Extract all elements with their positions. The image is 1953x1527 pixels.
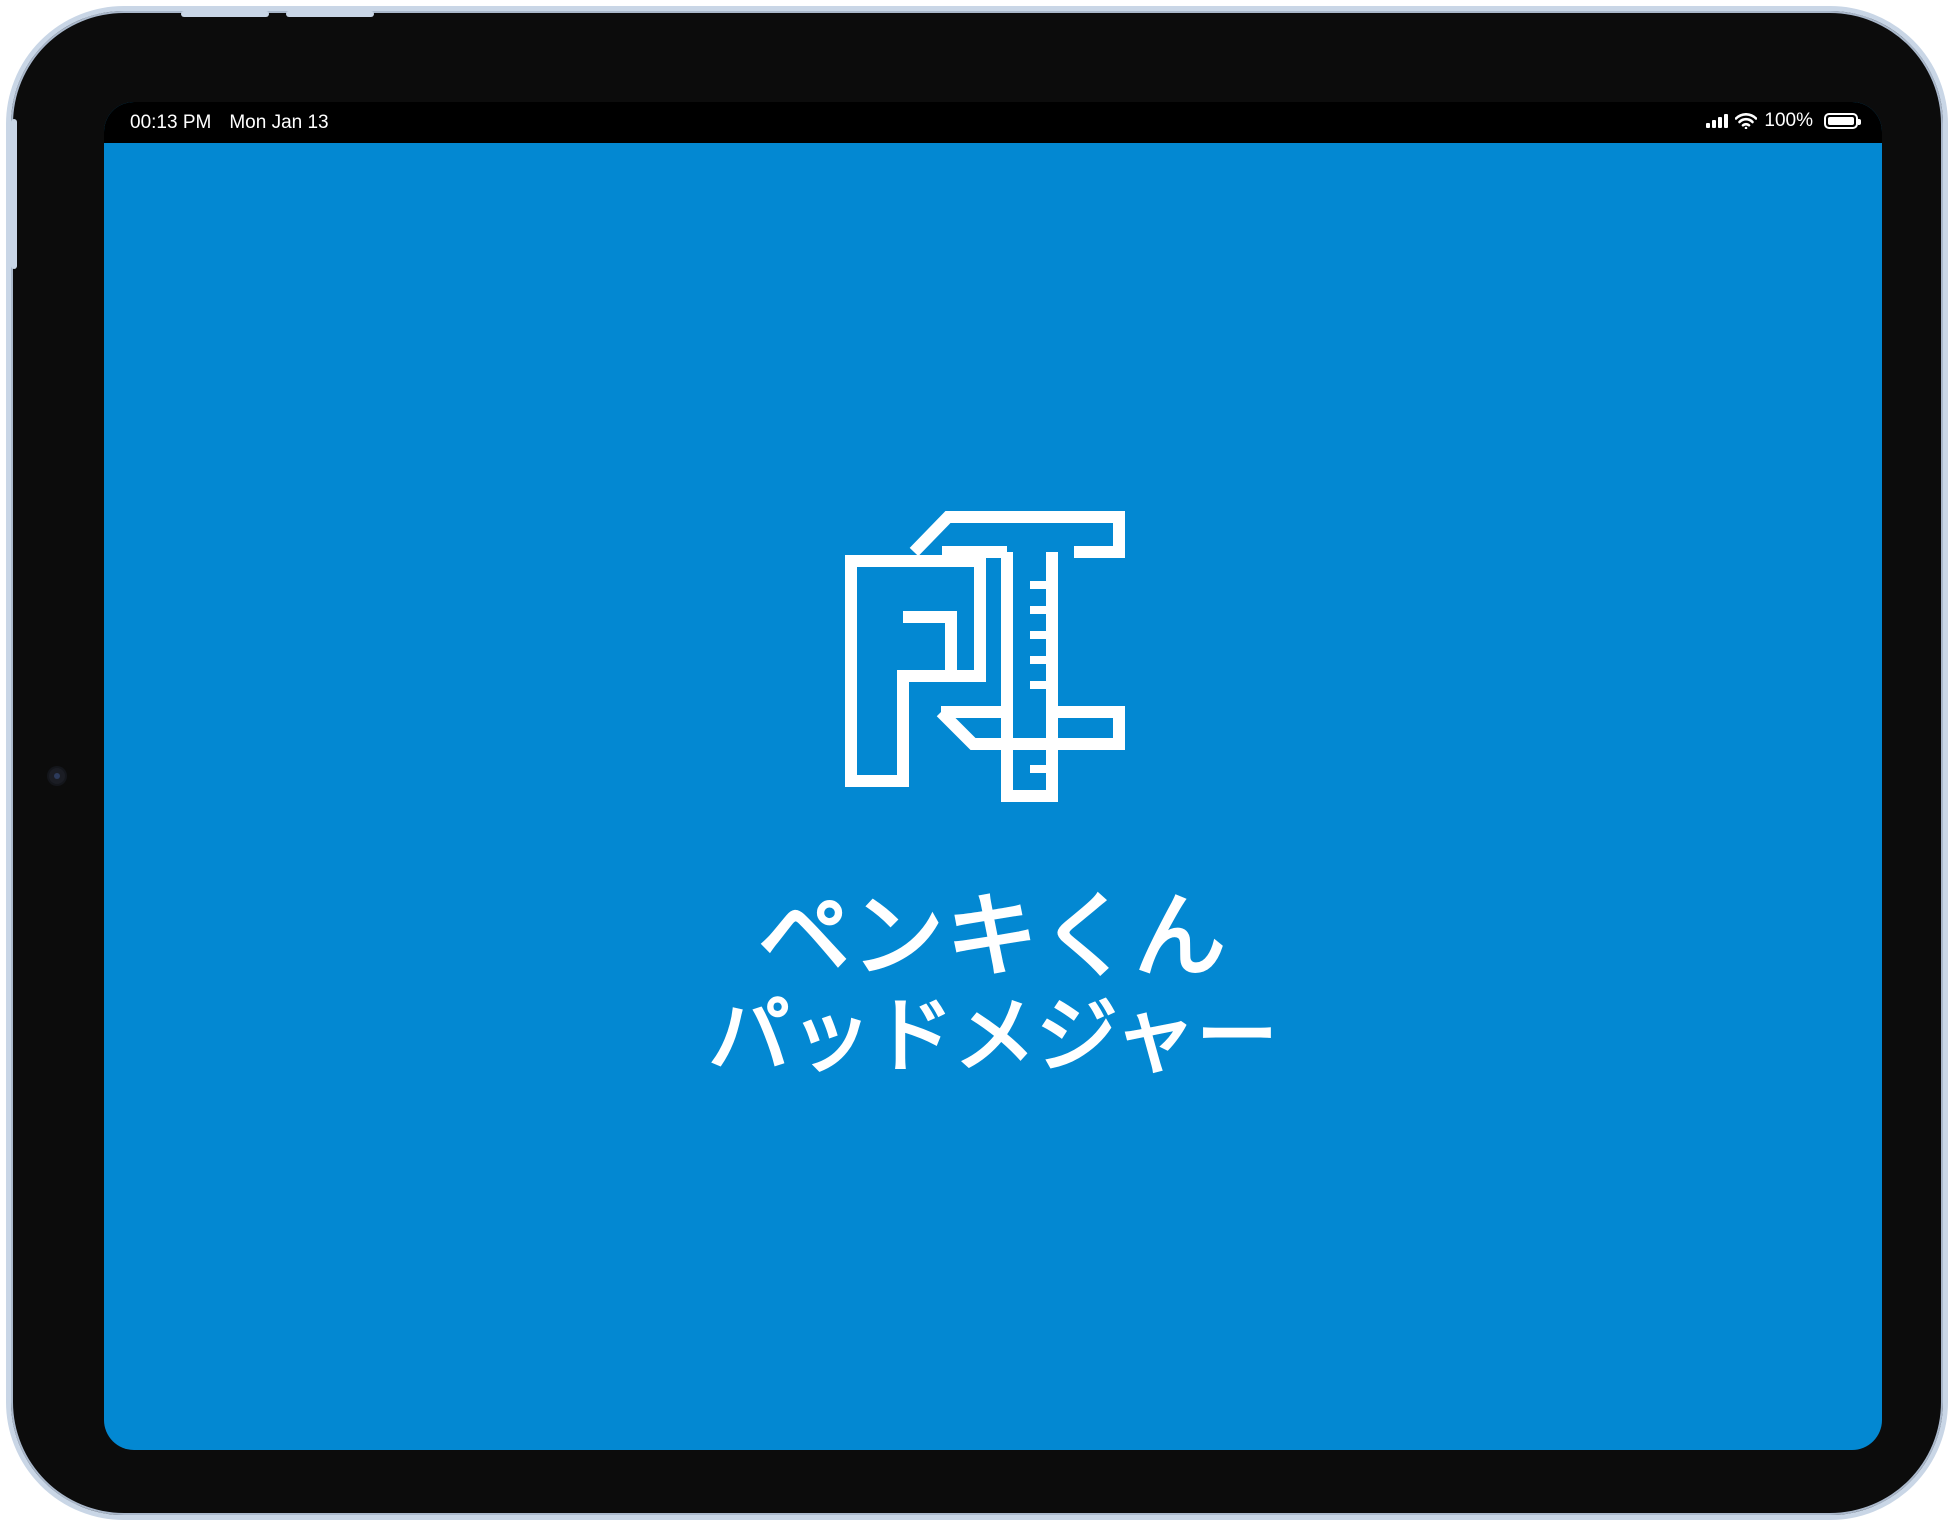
battery-fill — [1828, 117, 1854, 125]
volume-up-button — [181, 11, 269, 17]
battery-percent: 100% — [1764, 110, 1813, 131]
app-title-line-2: パッドメジャー — [708, 989, 1278, 1084]
status-bar-left: 00:13 PM Mon Jan 13 — [130, 112, 329, 134]
paint-pad-ruler-logo-icon — [845, 511, 1125, 802]
volume-down-button — [286, 11, 374, 17]
wifi-icon — [1735, 113, 1758, 129]
app-screen: 00:13 PM Mon Jan 13 100% ペンキくん パッドメジャー — [104, 102, 1882, 1450]
status-date: Mon Jan 13 — [229, 112, 329, 133]
status-bar-right: 100% — [1706, 110, 1861, 132]
battery-icon — [1824, 113, 1861, 129]
power-button — [11, 119, 17, 269]
ipad-device-frame: 00:13 PM Mon Jan 13 100% ペンキくん パッドメジャー — [6, 6, 1948, 1520]
front-camera — [49, 768, 65, 784]
status-time: 00:13 PM — [130, 112, 212, 133]
status-bar: 00:13 PM Mon Jan 13 100% — [104, 102, 1882, 143]
cellular-signal-icon — [1706, 114, 1729, 128]
